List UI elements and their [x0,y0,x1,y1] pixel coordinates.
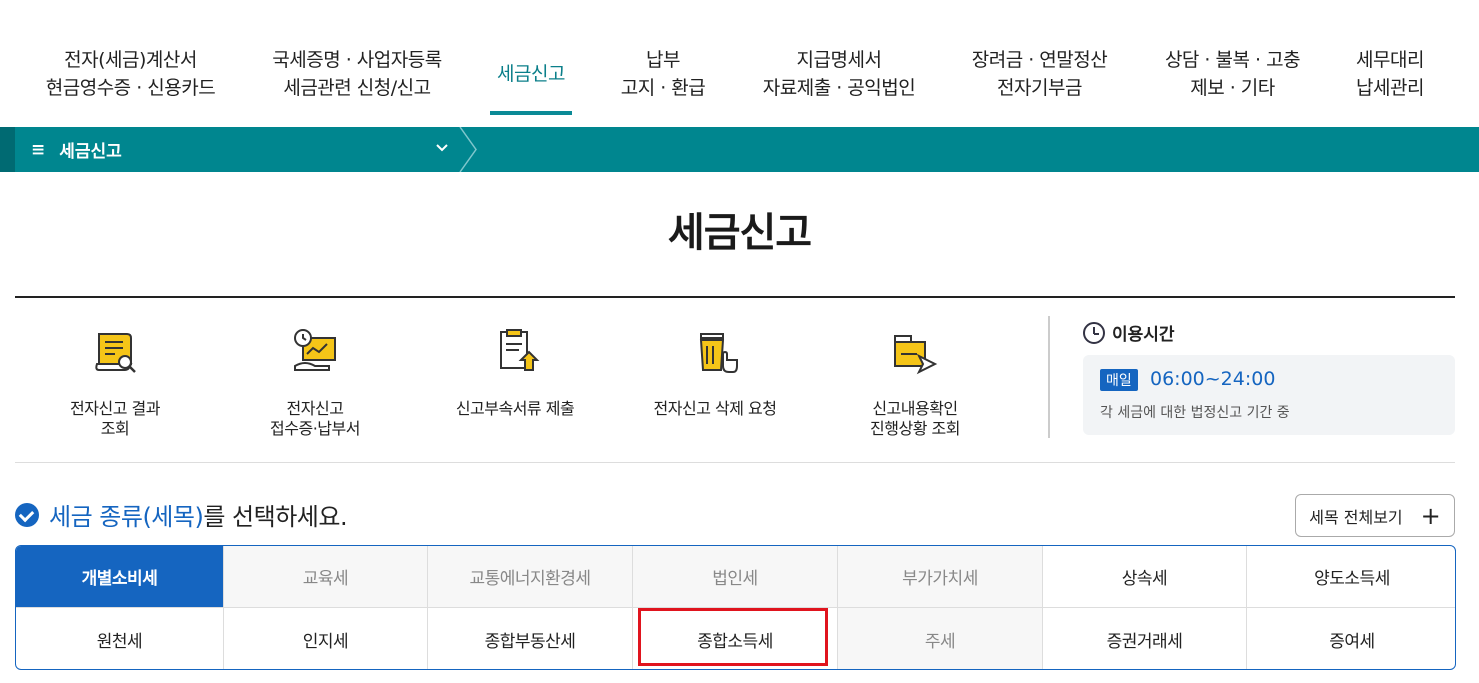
quick-label: 조회 [100,419,130,438]
nav-item-incentive[interactable]: 장려금 · 연말정산 전자기부금 [962,46,1117,102]
hours-title-text: 이용시간 [1112,325,1175,345]
nav-line: 자료제출 · 공익법인 [762,77,916,99]
tax-vat[interactable]: 부가가치세 [838,546,1043,608]
trash-click-icon [699,333,738,373]
tax-securities-transaction[interactable]: 증권거래세 [1043,608,1247,669]
tax-inheritance[interactable]: 상속세 [1043,546,1247,608]
nav-line: 전자기부금 [997,77,1082,99]
tax-corporate[interactable]: 법인세 [633,546,838,608]
quick-label: 전자신고 결과 [70,399,160,418]
nav-item-consultation[interactable]: 상담 · 불복 · 고충 제보 · 기타 [1155,46,1310,102]
nav-line: 현금영수증 · 신용카드 [45,77,216,99]
view-all-label: 세목 전체보기 [1309,507,1403,527]
nav-line: 세금관련 신청/신고 [283,77,431,99]
nav-item-tax-filing[interactable]: 세금신고 [486,60,576,88]
nav-item-payment[interactable]: 납부 고지 · 환급 [608,46,718,102]
folder-send-icon [894,335,938,375]
chevron-down-icon[interactable] [434,139,450,155]
nav-line: 전자(세금)계산서 [64,49,197,71]
quick-label: 신고내용확인 [872,399,958,418]
highlight-box [638,608,828,666]
nav-line: 장려금 · 연말정산 [971,49,1108,71]
receipt-clock-icon [294,329,336,371]
breadcrumb-edge [0,127,15,172]
tax-education[interactable]: 교육세 [224,546,428,608]
quick-attachment-submit[interactable]: 신고부속서류 제출 [415,326,615,419]
nav-line: 국세증명 · 사업자등록 [272,49,442,71]
view-all-taxes-button[interactable]: 세목 전체보기 + [1295,494,1455,537]
document-upload-icon [500,329,540,371]
tax-stamp[interactable]: 인지세 [224,608,428,669]
nav-line: 세무대리 [1356,49,1424,71]
nav-line: 납부 [646,49,680,71]
tax-transport-energy[interactable]: 교통에너지환경세 [428,546,633,608]
service-hours-box: 매일 06:00~24:00 각 세금에 대한 법정신고 기간 중 [1083,355,1455,435]
breadcrumb-separator-icon [459,127,477,172]
quick-label: 진행상황 조회 [870,419,960,438]
clock-icon [1083,321,1105,344]
tax-excise[interactable]: 개별소비세 [16,546,224,608]
quick-receipt[interactable]: 전자신고 접수증·납부서 [215,326,415,439]
section-heading-rest: 를 선택하세요. [203,503,348,531]
nav-item-tax-agent[interactable]: 세무대리 납세관리 [1345,46,1435,102]
tax-capital-gains[interactable]: 양도소득세 [1247,546,1455,608]
hamburger-icon: ≡ [31,139,46,160]
section-heading-highlight: 세금 종류(세목) [49,503,204,531]
quick-label: 신고부속서류 제출 [455,399,575,418]
daily-badge: 매일 [1100,369,1138,391]
plus-icon: + [1420,501,1441,530]
nav-line: 상담 · 불복 · 고충 [1164,49,1301,71]
tax-liquor[interactable]: 주세 [838,608,1043,669]
breadcrumb-label: 세금신고 [59,142,122,162]
tax-gift[interactable]: 증여세 [1247,608,1455,669]
top-navigation: 전자(세금)계산서 현금영수증 · 신용카드 국세증명 · 사업자등록 세금관련… [0,0,1479,127]
quick-result-lookup[interactable]: 전자신고 결과 조회 [15,326,215,439]
nav-item-payment-statement[interactable]: 지급명세서 자료제출 · 공익법인 [748,46,930,102]
nav-line: 납세관리 [1356,77,1424,99]
nav-line: 지급명세서 [796,49,882,71]
nav-item-certificate[interactable]: 국세증명 · 사업자등록 세금관련 신청/신고 [262,46,452,102]
quick-divider [1048,316,1050,438]
nav-line: 제보 · 기타 [1190,77,1275,99]
hours-description: 각 세금에 대한 법정신고 기간 중 [1100,405,1290,421]
page-title: 세금신고 [667,210,812,256]
quick-delete-request[interactable]: 전자신고 삭제 요청 [615,326,815,419]
hours-time: 06:00~24:00 [1150,368,1276,390]
active-nav-underline [490,111,572,115]
quick-progress-lookup[interactable]: 신고내용확인 진행상황 조회 [815,326,1015,439]
nav-line: 세금신고 [497,63,565,85]
tax-withholding[interactable]: 원천세 [16,608,224,669]
document-search-icon [95,333,136,373]
nav-item-e-invoice[interactable]: 전자(세금)계산서 현금영수증 · 신용카드 [38,46,223,102]
breadcrumb-menu-dropdown[interactable]: ≡ 세금신고 [15,127,465,172]
quick-label: 접수증·납부서 [270,419,360,438]
check-circle-icon [15,502,39,527]
service-hours-title: 이용시간 [1083,320,1175,345]
breadcrumb-bar: ≡ 세금신고 [0,127,1479,172]
tax-comprehensive-real-estate[interactable]: 종합부동산세 [428,608,633,669]
section-heading: 세금 종류(세목) 를 선택하세요. [15,497,348,532]
quick-label: 전자신고 [286,399,344,418]
quick-label: 전자신고 삭제 요청 [653,399,777,418]
nav-line: 고지 · 환급 [620,77,706,99]
